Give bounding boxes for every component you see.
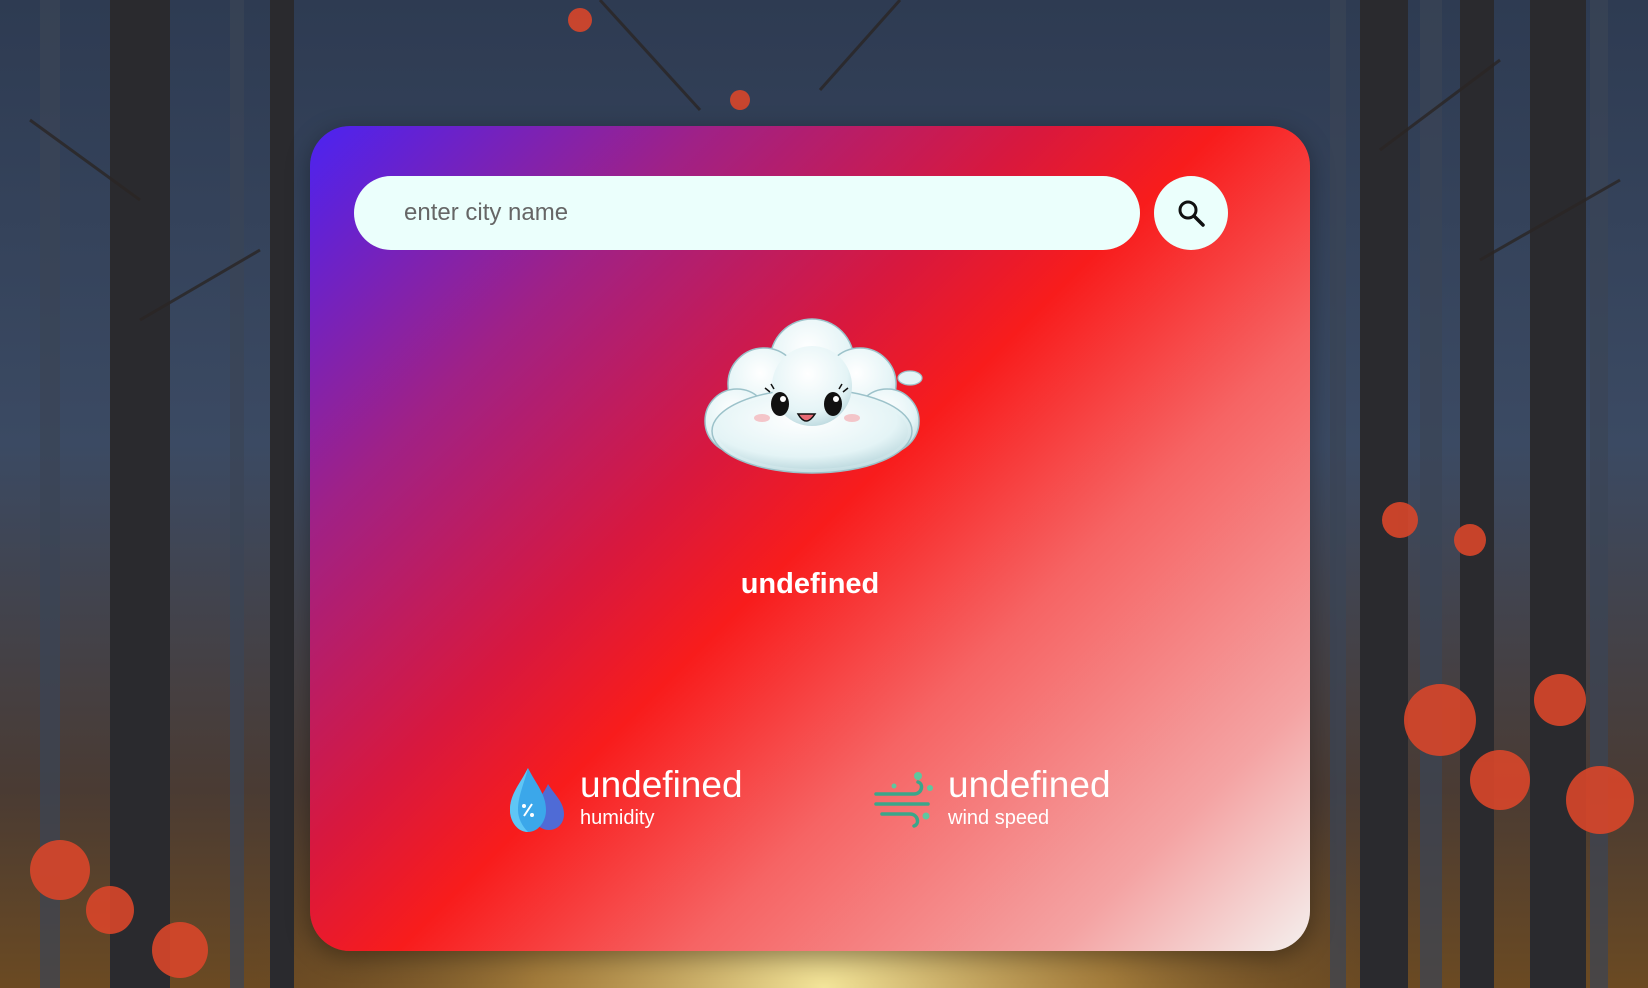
humidity-label: humidity [580,807,655,829]
wind-icon [874,772,933,828]
search-button[interactable] [1154,176,1228,250]
search-icon [1178,200,1205,227]
wind-speed-label: wind speed [948,807,1050,829]
cloud-icon [704,318,923,474]
humidity-drop-icon [510,768,564,832]
weather-app: undefined undefined humidity [0,0,1648,988]
city-name: undefined [740,568,880,600]
city-search-input[interactable] [354,176,1140,250]
wind-speed-value: undefined [948,764,1111,805]
humidity-value: undefined [580,764,743,805]
humidity-detail: undefined humidity [506,764,743,834]
wind-speed-detail: undefined wind speed [874,764,1111,834]
weather-card: undefined undefined humidity [310,126,1310,951]
